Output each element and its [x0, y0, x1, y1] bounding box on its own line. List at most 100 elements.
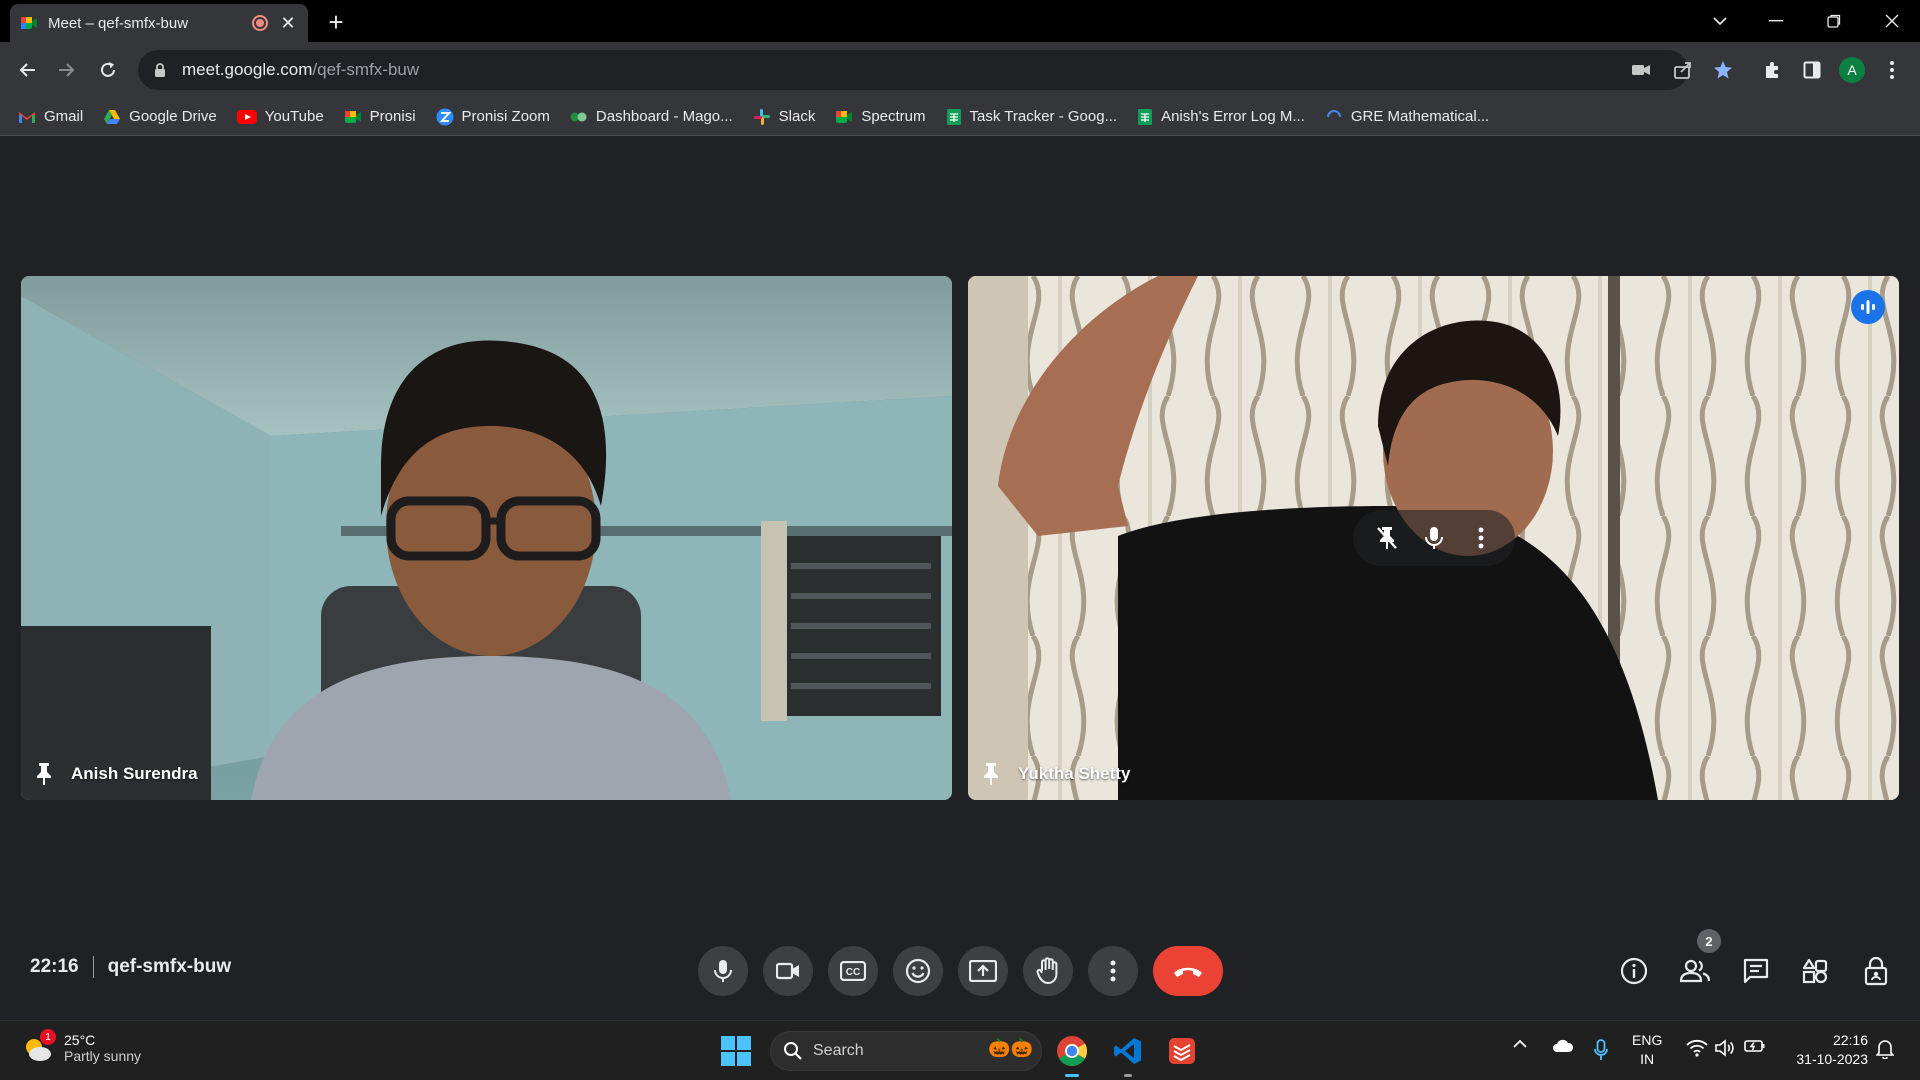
bookmark-spectrum[interactable]: Spectrum	[835, 108, 926, 125]
wifi-icon[interactable]	[1686, 1039, 1708, 1057]
bookmark-google-drive[interactable]: Google Drive	[103, 108, 217, 125]
google-drive-icon	[104, 109, 121, 124]
new-tab-button[interactable]: +	[322, 9, 350, 35]
leave-call-button[interactable]	[1153, 946, 1223, 996]
show-hidden-icons[interactable]	[1512, 1039, 1528, 1049]
bookmark-label: Task Tracker - Goog...	[969, 108, 1118, 125]
restore-button[interactable]	[1806, 0, 1862, 42]
camera-in-use-icon[interactable]	[1630, 59, 1652, 81]
present-screen-button[interactable]	[958, 946, 1008, 996]
bookmark-slack[interactable]: Slack	[753, 108, 816, 126]
bookmark-gre[interactable]: GRE Mathematical...	[1325, 108, 1489, 126]
camera-button[interactable]	[763, 946, 813, 996]
tile-hover-controls	[1353, 510, 1515, 566]
chat-button[interactable]	[1734, 949, 1778, 993]
google-meet-icon	[21, 17, 37, 29]
forward-arrow-icon	[59, 63, 75, 77]
captions-button[interactable]: CC	[828, 946, 878, 996]
mute-participant-mic-icon[interactable]	[1418, 522, 1450, 554]
more-menu-icon[interactable]	[1874, 52, 1910, 88]
bookmark-gmail[interactable]: Gmail	[18, 108, 83, 125]
weather-temperature: 25°C	[64, 1032, 96, 1048]
windows-taskbar: 1 25°C Partly sunny Search 🎃🎃 ENG IN 22:…	[0, 1020, 1920, 1080]
bookmark-pronisi-zoom[interactable]: Pronisi Zoom	[436, 108, 550, 126]
reactions-button[interactable]	[893, 946, 943, 996]
recording-icon	[252, 15, 268, 31]
host-controls-button[interactable]	[1854, 949, 1898, 993]
youtube-icon	[236, 109, 257, 124]
taskbar-search[interactable]: Search 🎃🎃	[770, 1031, 1042, 1071]
pin-icon[interactable]	[982, 762, 1000, 786]
browser-tab-strip: Meet – qef-smfx-buw ✕ +	[0, 0, 1920, 42]
address-bar[interactable]: meet.google.com/qef-smfx-buw	[138, 50, 1688, 90]
bookmark-youtube[interactable]: YouTube	[236, 108, 324, 125]
pumpkin-icon: 🎃🎃	[988, 1038, 1033, 1058]
participant-tile-yuktha[interactable]: Yuktha Shetty	[968, 276, 1899, 800]
bookmark-label: Slack	[778, 108, 816, 125]
microphone-button[interactable]	[698, 946, 748, 996]
bookmark-dashboard[interactable]: Dashboard - Mago...	[570, 108, 733, 125]
open-app-indicator	[1124, 1074, 1132, 1077]
dashboard-icon	[570, 112, 587, 121]
taskbar-vscode[interactable]	[1108, 1031, 1148, 1077]
lock-icon	[155, 63, 165, 77]
windows-start-icon[interactable]	[721, 1036, 751, 1066]
bookmark-pronisi[interactable]: Pronisi	[344, 108, 416, 125]
divider	[92, 956, 94, 978]
taskbar-chrome[interactable]	[1052, 1031, 1092, 1077]
bookmark-task-tracker[interactable]: Task Tracker - Goog...	[946, 108, 1118, 126]
bookmark-star-icon[interactable]	[1712, 59, 1734, 81]
minimize-button[interactable]	[1748, 0, 1804, 42]
close-tab-icon[interactable]: ✕	[278, 13, 298, 33]
microphone-in-use-icon[interactable]	[1594, 1039, 1608, 1061]
side-panel-icon[interactable]	[1794, 52, 1830, 88]
close-window-button[interactable]	[1864, 0, 1920, 42]
bookmark-label: Gmail	[44, 108, 84, 125]
more-options-button[interactable]	[1088, 946, 1138, 996]
bookmark-error-log[interactable]: Anish's Error Log M...	[1137, 108, 1305, 126]
share-icon[interactable]	[1672, 59, 1694, 81]
url-path: /qef-smfx-buw	[312, 60, 420, 79]
pin-icon[interactable]	[35, 762, 53, 786]
raise-hand-button[interactable]	[1023, 946, 1073, 996]
search-placeholder: Search	[813, 1042, 864, 1059]
microphone-icon	[714, 960, 732, 982]
people-button[interactable]	[1673, 949, 1717, 993]
bookmark-label: Dashboard - Mago...	[595, 108, 733, 125]
system-clock[interactable]: 22:16 31-10-2023	[1780, 1031, 1868, 1069]
onedrive-icon[interactable]	[1552, 1039, 1574, 1053]
bookmark-label: Spectrum	[861, 108, 926, 125]
present-icon	[969, 960, 997, 982]
language-code: ENG	[1632, 1032, 1663, 1048]
bookmark-label: Pronisi	[369, 108, 416, 125]
forward-button[interactable]	[48, 52, 84, 88]
bookmark-label: Pronisi Zoom	[461, 108, 550, 125]
loading-icon	[1326, 109, 1341, 117]
google-sheets-icon	[946, 108, 961, 125]
activities-button[interactable]	[1793, 949, 1837, 993]
meeting-details-button[interactable]	[1612, 949, 1656, 993]
profile-avatar[interactable]: A	[1834, 52, 1870, 88]
taskbar-todoist[interactable]	[1162, 1031, 1202, 1071]
reload-button[interactable]	[90, 52, 126, 88]
tab-search-icon[interactable]	[1692, 0, 1748, 42]
input-language[interactable]: ENG IN	[1632, 1031, 1662, 1069]
volume-icon[interactable]	[1714, 1039, 1736, 1057]
people-icon	[1680, 959, 1710, 983]
extensions-icon[interactable]	[1754, 52, 1790, 88]
participant-more-options-icon[interactable]	[1465, 522, 1497, 554]
unpin-icon[interactable]	[1371, 522, 1403, 554]
slack-icon	[753, 108, 770, 125]
participant-name: Anish Surendra	[71, 764, 198, 783]
host-lock-icon	[1864, 956, 1888, 986]
meeting-code: qef-smfx-buw	[107, 956, 232, 977]
participant-name: Yuktha Shetty	[1018, 764, 1131, 783]
tab-meet[interactable]: Meet – qef-smfx-buw ✕	[10, 4, 308, 42]
notification-bell-icon[interactable]	[1876, 1039, 1894, 1059]
participant-tile-anish[interactable]: Anish Surendra	[21, 276, 952, 800]
clock-time: 22:16	[1832, 1032, 1868, 1048]
battery-icon[interactable]	[1744, 1039, 1766, 1053]
back-button[interactable]	[10, 52, 46, 88]
chat-icon	[1743, 958, 1769, 984]
weather-widget[interactable]: 1 25°C Partly sunny	[20, 1029, 141, 1065]
